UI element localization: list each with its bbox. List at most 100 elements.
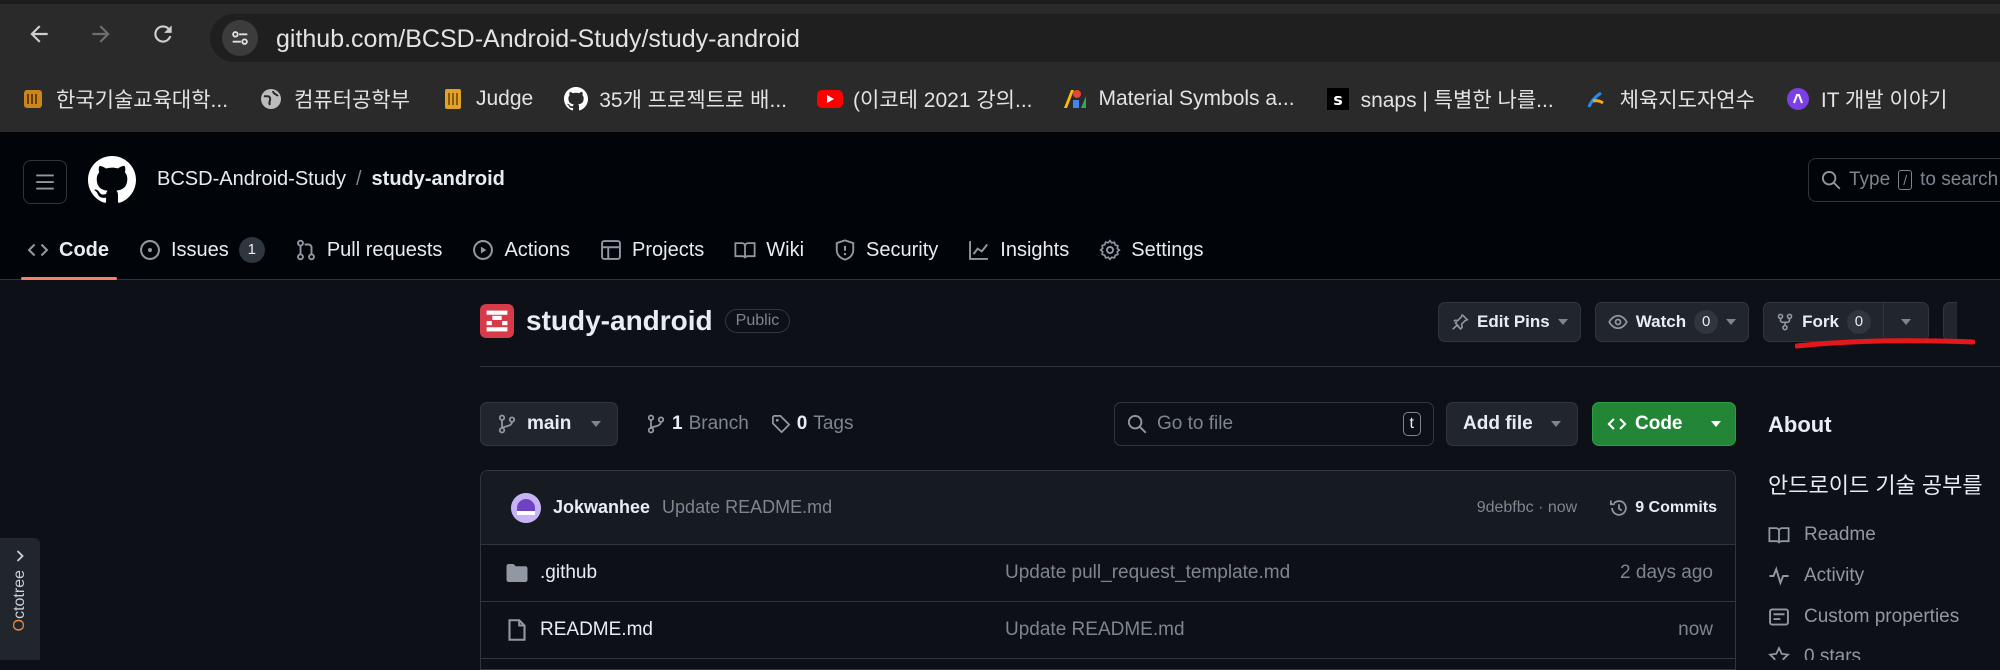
tab-actions[interactable]: Actions: [468, 220, 574, 280]
back-button[interactable]: [24, 19, 54, 49]
issues-count-badge: 1: [238, 237, 265, 263]
bookmark-snaps[interactable]: s snaps | 특별한 나를...: [1325, 79, 1554, 119]
github-icon: [563, 86, 589, 112]
breadcrumb-owner[interactable]: BCSD-Android-Study: [157, 168, 346, 191]
fork-count: 0: [1846, 310, 1871, 334]
bookmark-material-symbols[interactable]: Material Symbols a...: [1062, 79, 1295, 119]
commit-message[interactable]: Update README.md: [662, 497, 832, 518]
tab-settings[interactable]: Settings: [1095, 220, 1207, 280]
file-updated-time: now: [1678, 619, 1713, 640]
code-button-label: Code: [1635, 413, 1683, 434]
play-icon: [473, 240, 494, 260]
branch-count: 1: [672, 413, 683, 434]
tab-issues[interactable]: Issues 1: [135, 220, 269, 280]
code-button[interactable]: Code: [1592, 402, 1736, 446]
bookmark-35-projects[interactable]: 35개 프로젝트로 배...: [563, 79, 787, 119]
tab-label: Code: [59, 238, 109, 261]
about-link-label: Readme: [1804, 524, 1876, 545]
reload-icon: [154, 25, 172, 43]
about-link-label: 0 stars: [1804, 646, 1862, 660]
table-row[interactable]: README.md Update README.md now: [481, 602, 1735, 659]
tune-icon: [232, 31, 248, 45]
repo-name[interactable]: study-android: [526, 305, 713, 337]
branch-icon: [498, 414, 516, 434]
stars-link[interactable]: 0 stars: [1768, 646, 1861, 660]
octotree-toggle[interactable]: Octotree: [0, 538, 40, 660]
bookmark-label: Judge: [476, 87, 534, 110]
tab-pull-requests[interactable]: Pull requests: [291, 220, 447, 280]
repo-forked-icon: [1777, 313, 1793, 331]
tab-wiki[interactable]: Wiki: [730, 220, 808, 280]
github-logo-icon[interactable]: [88, 156, 136, 204]
note-icon: [1769, 608, 1789, 626]
custom-properties-link[interactable]: Custom properties: [1768, 606, 1959, 628]
bookmark-label: Material Symbols a...: [1098, 87, 1295, 110]
tab-label: Actions: [504, 238, 571, 261]
readme-link[interactable]: Readme: [1768, 524, 1876, 546]
url-text: github.com/BCSD-Android-Study/study-andr…: [276, 25, 800, 53]
bookmark-label: 35개 프로젝트로 배...: [599, 89, 787, 112]
search-icon: [1821, 170, 1841, 190]
chevron-down-icon: [1900, 319, 1911, 325]
address-bar[interactable]: github.com/BCSD-Android-Study/study-andr…: [210, 14, 2000, 62]
branch-select-button[interactable]: main: [480, 402, 619, 446]
global-menu-button[interactable]: [23, 160, 67, 204]
search-placeholder-prefix: Type: [1849, 169, 1891, 190]
file-table: Jokwanhee Update README.md 9debfbc · now…: [480, 470, 1736, 670]
bookmark-cse[interactable]: 컴퓨터공학부: [258, 79, 410, 119]
bookmark-koreatech[interactable]: 한국기술교육대학...: [20, 79, 228, 119]
breadcrumb-repo[interactable]: study-android: [372, 168, 505, 191]
file-commit-message[interactable]: Update pull_request_template.md: [1005, 562, 1290, 584]
snaps-icon: s: [1325, 86, 1351, 112]
tags-link[interactable]: 0 Tags: [771, 413, 854, 435]
tab-label: Insights: [1000, 238, 1070, 261]
table-row[interactable]: .github Update pull_request_template.md …: [481, 545, 1735, 602]
forward-button[interactable]: [86, 19, 116, 49]
header-divider: [480, 366, 2000, 367]
chevron-down-icon: [1550, 421, 1561, 427]
bookmark-sports[interactable]: 체육지도자연수: [1584, 79, 1755, 119]
tab-label: Projects: [632, 238, 705, 261]
bookmark-ecote[interactable]: (이코테 2021 강의...: [817, 79, 1032, 119]
watch-button[interactable]: Watch 0: [1594, 302, 1750, 342]
bookmark-it-dev[interactable]: IT 개발 이야기: [1785, 79, 1947, 119]
file-name[interactable]: .github: [540, 562, 597, 584]
search-input[interactable]: Type / to search: [1808, 158, 2000, 202]
tab-label: Settings: [1131, 238, 1204, 261]
file-name[interactable]: README.md: [540, 619, 653, 641]
reload-button[interactable]: [148, 19, 178, 49]
breadcrumb-separator: /: [355, 168, 362, 190]
file-commit-message[interactable]: Update README.md: [1005, 619, 1185, 641]
bookmarks-bar: 한국기술교육대학... 컴퓨터공학부 Judge 35개 프로젝트로 배... …: [0, 66, 2000, 132]
tab-projects[interactable]: Projects: [596, 220, 708, 280]
add-file-button[interactable]: Add file: [1446, 402, 1578, 446]
site-info-button[interactable]: [222, 20, 258, 56]
commits-link[interactable]: 9 Commits: [1609, 498, 1717, 518]
globe-icon: [258, 86, 284, 112]
pin-icon: [1452, 314, 1469, 330]
commit-hash-time[interactable]: 9debfbc · now: [1477, 499, 1578, 517]
bookmark-label: snaps | 특별한 나를...: [1360, 89, 1554, 112]
star-icon: [1768, 646, 1790, 660]
activity-link[interactable]: Activity: [1768, 565, 1864, 587]
bookmark-label: (이코테 2021 강의...: [853, 89, 1033, 112]
tab-security[interactable]: Security: [830, 220, 942, 280]
folder-icon: [506, 564, 528, 582]
bookmark-judge[interactable]: Judge: [440, 79, 533, 119]
tab-insights[interactable]: Insights: [964, 220, 1073, 280]
svg-text:s: s: [1333, 90, 1343, 109]
it-dev-icon: [1785, 86, 1811, 112]
commit-author[interactable]: Jokwanhee: [553, 497, 650, 518]
avatar[interactable]: [511, 492, 541, 523]
edit-pins-button[interactable]: Edit Pins: [1438, 302, 1581, 342]
search-placeholder-suffix: to search: [1920, 169, 1999, 190]
chevron-down-icon: [1557, 319, 1568, 325]
chevron-down-icon: [1711, 421, 1721, 427]
tab-label: Pull requests: [326, 238, 443, 261]
branches-link[interactable]: 1 Branch: [646, 413, 749, 435]
eye-icon: [1608, 314, 1628, 330]
tab-code[interactable]: Code: [21, 220, 117, 280]
graph-icon: [969, 241, 989, 260]
go-to-file-input[interactable]: Go to file t: [1114, 402, 1434, 446]
bookmark-label: 체육지도자연수: [1619, 89, 1755, 112]
